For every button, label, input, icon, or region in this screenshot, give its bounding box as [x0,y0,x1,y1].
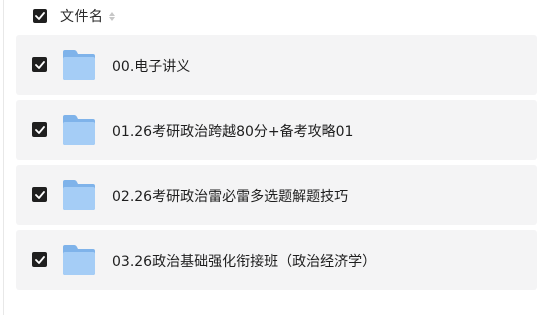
file-name[interactable]: 01.26考研政治跨越80分+备考攻略01 [112,121,353,141]
file-name[interactable]: 02.26考研政治雷必雷多选题解题技巧 [112,186,348,206]
file-list: 00.电子讲义 01.26考研政治跨越80分+备考攻略01 02.26考研政治雷… [16,35,537,295]
sort-ascending-icon [108,11,115,16]
check-icon [35,12,45,20]
folder-icon [63,180,95,210]
file-row[interactable]: 02.26考研政治雷必雷多选题解题技巧 [16,165,537,225]
file-row[interactable]: 03.26政治基础强化衔接班（政治经济学） [16,230,537,290]
file-checkbox[interactable] [32,187,47,202]
file-checkbox[interactable] [32,57,47,72]
check-icon [34,60,45,69]
file-row[interactable]: 01.26考研政治跨越80分+备考攻略01 [16,100,537,160]
file-checkbox[interactable] [32,122,47,137]
file-name[interactable]: 03.26政治基础强化衔接班（政治经济学） [112,251,376,271]
file-row[interactable]: 00.电子讲义 [16,35,537,95]
sort-descending-icon [108,16,115,21]
folder-icon [63,50,95,80]
file-checkbox[interactable] [32,252,47,267]
check-icon [34,255,45,264]
panel-divider [3,0,4,315]
file-list-panel: 文件名 00.电子讲义 01.26考研政治跨越80分+备考攻略01 02.26考… [0,0,537,315]
check-icon [34,125,45,134]
folder-icon [63,245,95,275]
file-name[interactable]: 00.电子讲义 [112,56,190,76]
column-header-filename[interactable]: 文件名 [60,6,104,26]
select-all-checkbox[interactable] [33,9,47,23]
sort-icon[interactable] [108,11,115,21]
folder-icon [63,115,95,145]
check-icon [34,190,45,199]
file-list-header: 文件名 [33,6,115,26]
